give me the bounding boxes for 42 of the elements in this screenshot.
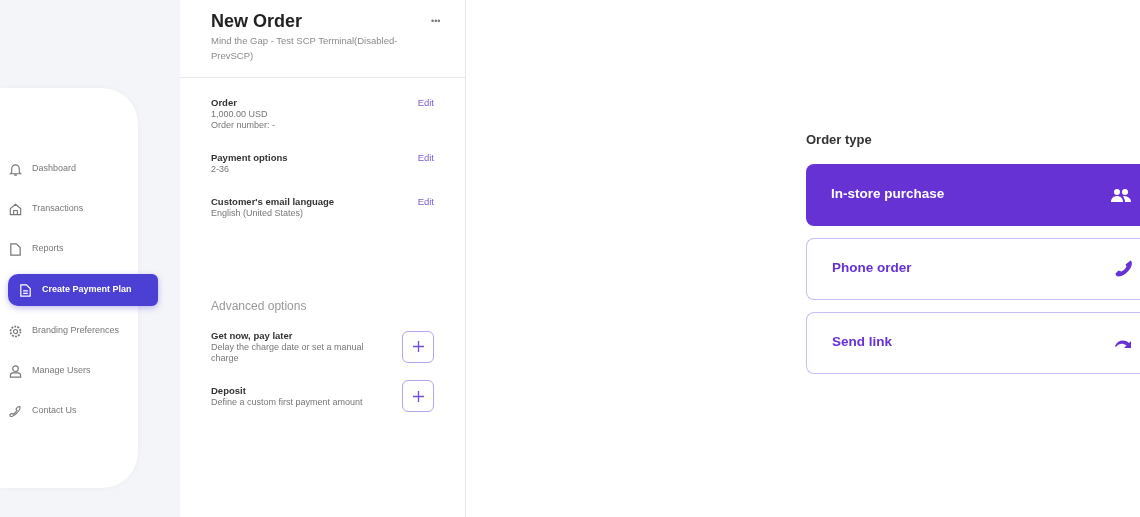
option-title: Deposit bbox=[211, 384, 247, 397]
more-menu-button[interactable]: ••• bbox=[431, 16, 441, 26]
edit-link[interactable]: Edit bbox=[417, 195, 434, 208]
section-heading: Advanced options bbox=[210, 298, 308, 315]
home-icon bbox=[8, 201, 23, 217]
add-button[interactable] bbox=[402, 380, 434, 412]
gear-icon bbox=[8, 323, 23, 339]
sidebar-item[interactable]: Branding Preferences bbox=[0, 316, 138, 346]
plus-icon bbox=[411, 389, 425, 403]
sidebar-item[interactable]: Transactions bbox=[0, 194, 138, 224]
section-value: 1,000.00 USD bbox=[211, 109, 269, 120]
order-type-option[interactable]: Phone order bbox=[806, 237, 1140, 300]
edit-link[interactable]: Edit bbox=[417, 151, 434, 164]
section-title: Order bbox=[211, 96, 238, 109]
sidebar-item[interactable]: Create Payment Plan bbox=[8, 274, 158, 306]
sidebar-item[interactable]: Contact Us bbox=[0, 396, 138, 426]
section-title: Payment options bbox=[211, 151, 288, 164]
sidebar-item[interactable]: Dashboard bbox=[0, 154, 138, 184]
edit-link[interactable]: Edit bbox=[417, 96, 434, 109]
file-icon bbox=[8, 241, 23, 257]
bell-icon bbox=[8, 161, 23, 177]
option-description: Define a custom first payment amount bbox=[211, 397, 364, 408]
doc-icon bbox=[18, 282, 33, 298]
phone-icon bbox=[8, 403, 23, 419]
option-description: Delay the charge date or set a manual charge bbox=[211, 342, 365, 364]
order-type-label: Order type bbox=[806, 131, 873, 149]
terminal-subtitle: Mind the Gap - Test SCP Terminal(Disabled-PrevSCP) bbox=[211, 34, 399, 63]
order-type-option[interactable]: Send link bbox=[806, 311, 1140, 374]
phone-icon bbox=[1115, 260, 1132, 277]
page-title: New Order bbox=[211, 10, 304, 32]
section-value: Order number: - bbox=[211, 120, 276, 131]
user-icon bbox=[8, 363, 23, 379]
order-type-option[interactable]: In-store purchase bbox=[806, 163, 1140, 226]
sidebar-item[interactable]: Reports bbox=[0, 234, 138, 264]
option-title: Get now, pay later bbox=[211, 329, 294, 342]
section-value: English (United States) bbox=[211, 208, 305, 219]
people-icon bbox=[1110, 186, 1132, 203]
sidebar-item[interactable]: Manage Users bbox=[0, 356, 138, 386]
add-button[interactable] bbox=[402, 330, 434, 363]
section-title: Customer's email language bbox=[211, 195, 335, 208]
plus-icon bbox=[411, 340, 425, 353]
section-value: 2-36 bbox=[211, 164, 230, 175]
